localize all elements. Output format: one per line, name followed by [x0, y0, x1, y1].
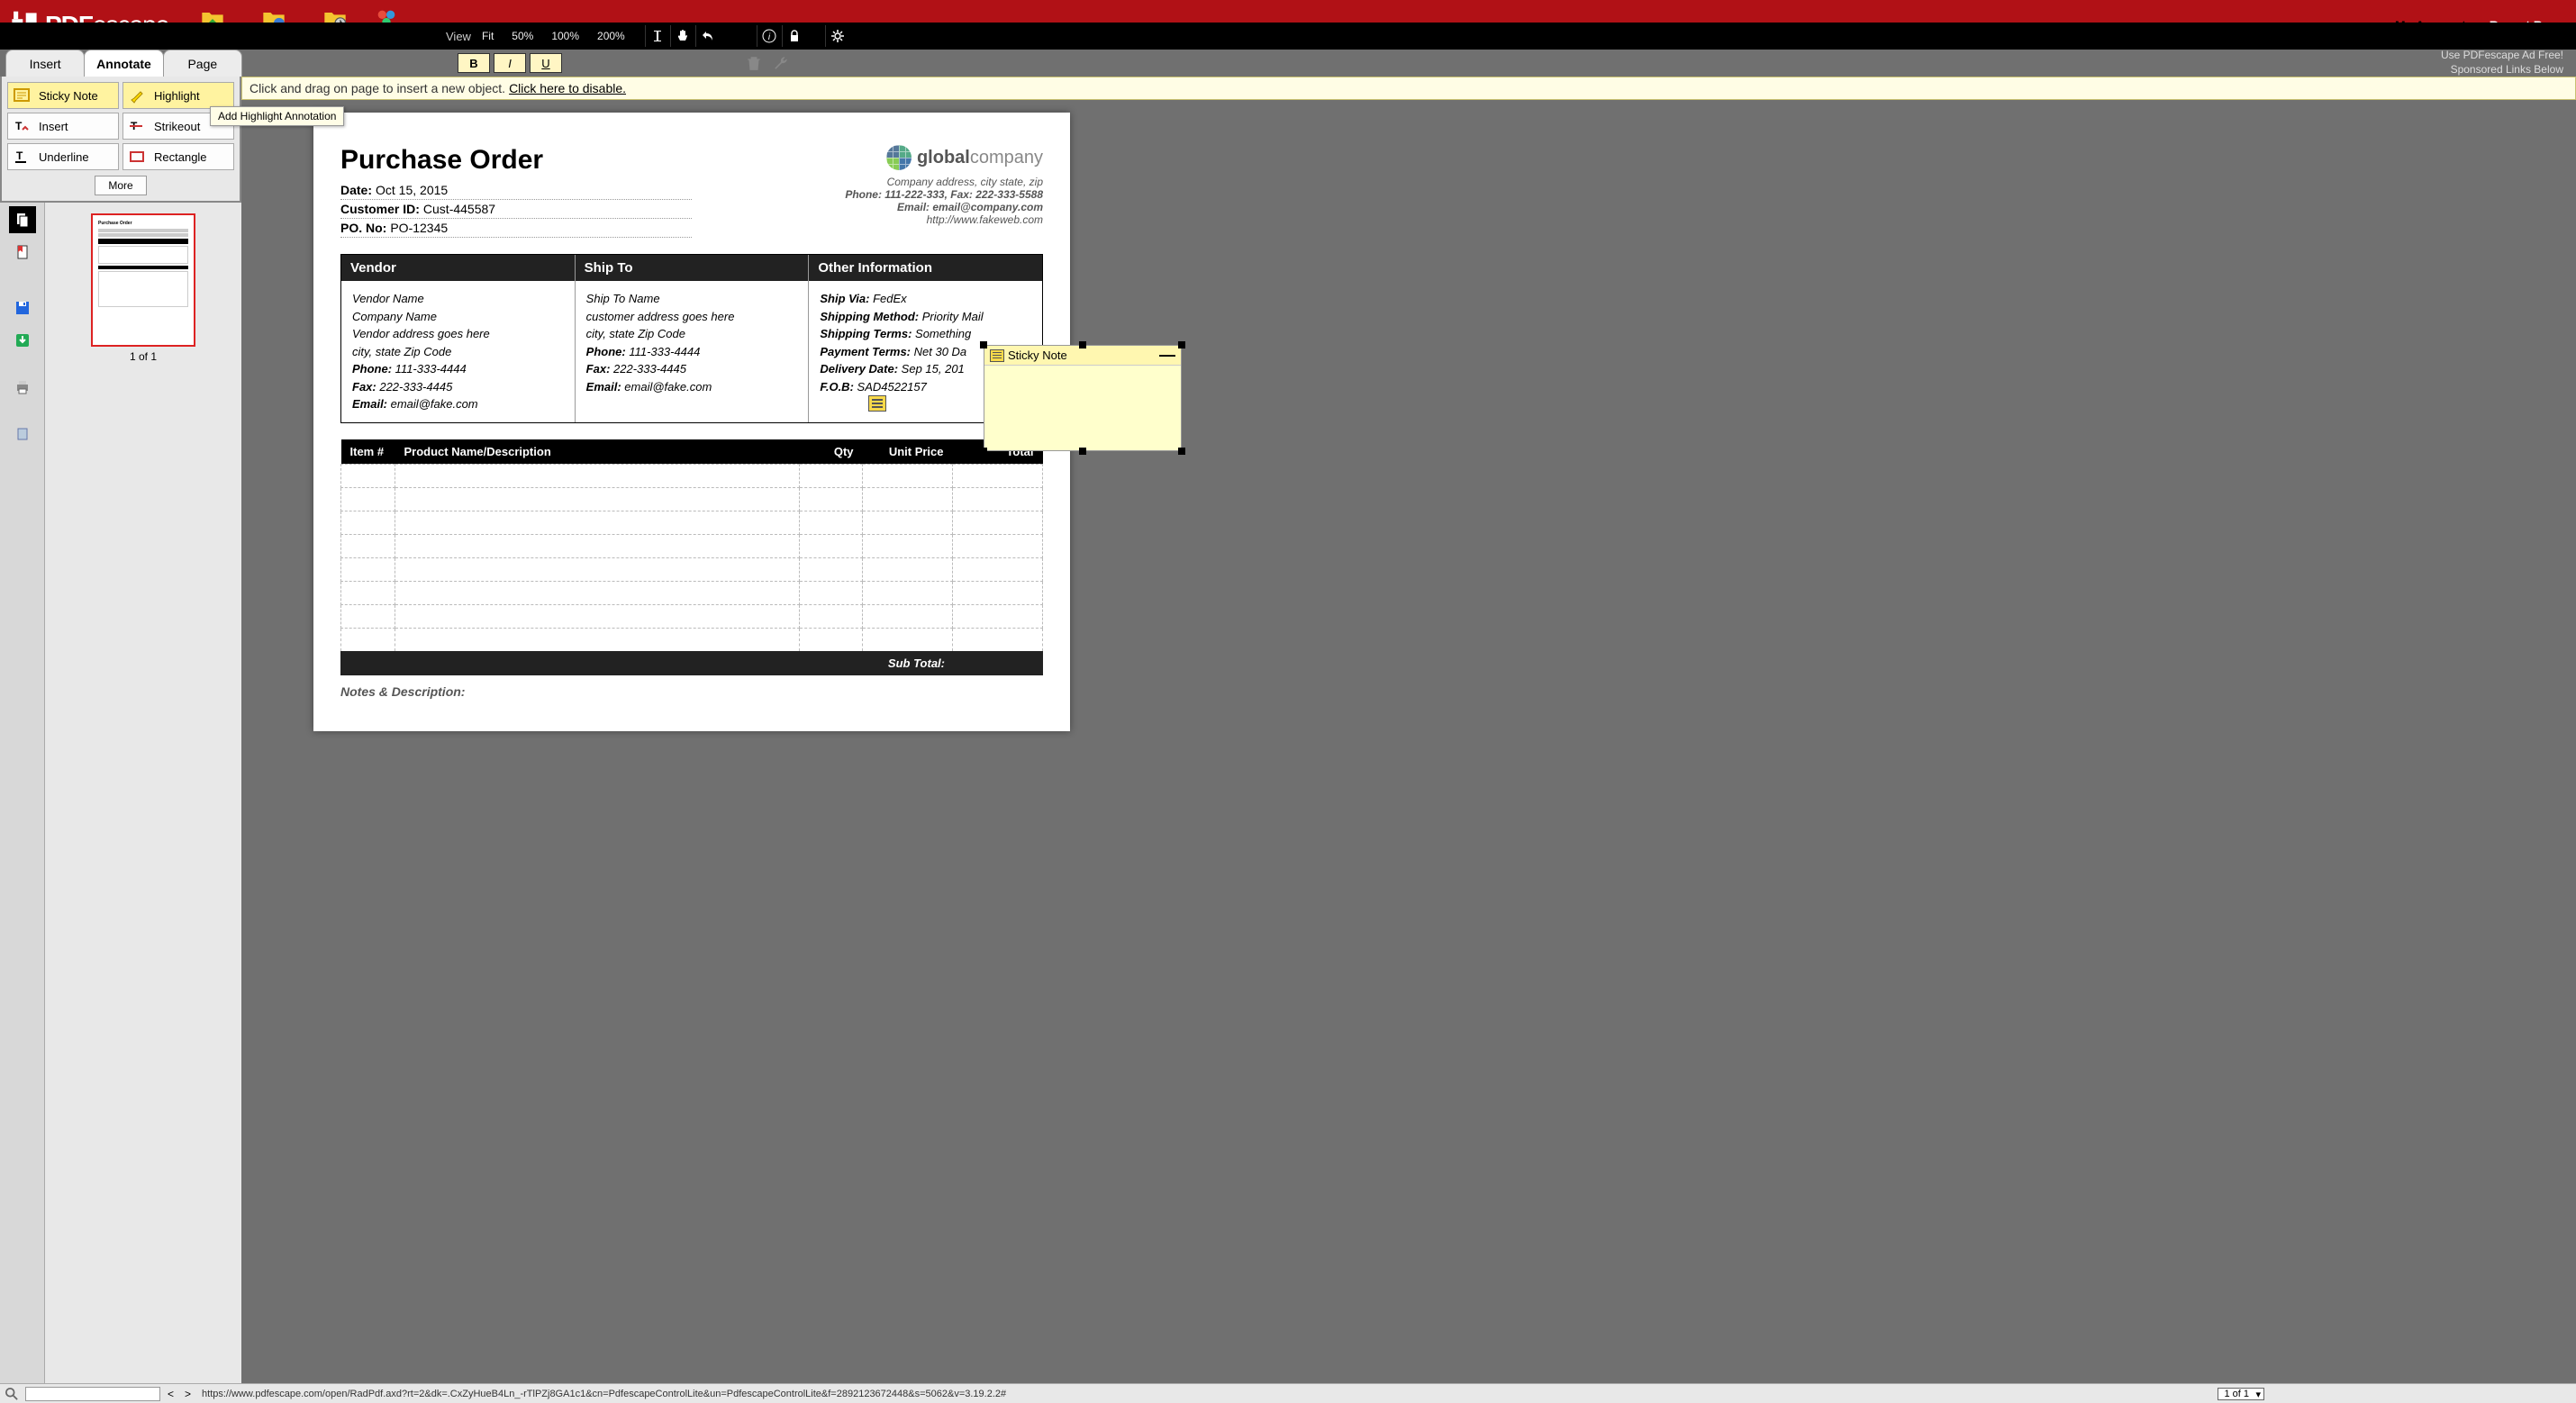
note-header[interactable]: Sticky Note —: [984, 346, 1181, 366]
view-toolbar: View Fit 50% 100% 200% i: [0, 23, 2576, 50]
globe-icon: [886, 145, 912, 170]
hint-bar: Click and drag on page to insert a new o…: [241, 77, 2576, 100]
pages-icon[interactable]: [9, 206, 36, 233]
format-bar: B I U Use PDFescape Ad Free!Sponsored Li…: [241, 50, 2576, 77]
main-area: Sticky Note Highlight Add Highlight Anno…: [0, 77, 2576, 1383]
thumbnail-preview: Purchase Order: [95, 217, 192, 343]
resize-handle[interactable]: [980, 448, 987, 455]
status-url: https://www.pdfescape.com/open/RadPdf.ax…: [202, 1389, 1006, 1399]
zoom-100[interactable]: 100%: [551, 30, 579, 42]
highlight-icon: [129, 87, 145, 104]
disable-hint-link[interactable]: Click here to disable.: [509, 81, 626, 95]
status-bar: < > https://www.pdfescape.com/open/RadPd…: [0, 1383, 2576, 1403]
sticky-note-marker[interactable]: [868, 395, 886, 412]
strikeout-icon: T: [129, 118, 145, 134]
info-icon[interactable]: i: [757, 25, 782, 47]
highlight-tooltip: Add Highlight Annotation: [210, 106, 344, 126]
document-viewport[interactable]: Click and drag on page to insert a new o…: [241, 77, 2576, 1383]
view-label: View: [446, 30, 471, 43]
search-input[interactable]: [25, 1387, 160, 1401]
info-boxes: VendorVendor NameCompany NameVendor addr…: [340, 254, 1043, 423]
wrench-icon[interactable]: [773, 55, 789, 71]
tab-annotate[interactable]: Annotate: [84, 50, 163, 77]
note-icon: [990, 349, 1004, 362]
tab-page[interactable]: Page: [163, 50, 242, 77]
tool-tabs: Insert Annotate Page: [0, 50, 241, 77]
hand-icon[interactable]: [670, 25, 695, 47]
resize-handle[interactable]: [980, 341, 987, 348]
thumbnail-panel: Purchase Order 1 of 1: [45, 203, 241, 1383]
side-nav-strip: [0, 203, 45, 1383]
svg-text:i: i: [768, 32, 771, 42]
lock-icon[interactable]: [782, 25, 807, 47]
gear-icon[interactable]: [825, 25, 850, 47]
page-view-icon[interactable]: [9, 421, 36, 448]
bold-button[interactable]: B: [458, 53, 490, 73]
zoom-200[interactable]: 200%: [597, 30, 625, 42]
page-thumbnail[interactable]: Purchase Order: [91, 213, 195, 347]
insert-text-icon: T: [14, 118, 30, 134]
note-minimize[interactable]: —: [1159, 346, 1175, 365]
tool-rectangle[interactable]: Rectangle: [122, 143, 234, 170]
thumbnail-label: 1 of 1: [130, 350, 157, 363]
underline-button[interactable]: U: [530, 53, 562, 73]
trash-icon[interactable]: [746, 55, 762, 71]
tool-highlight[interactable]: Highlight Add Highlight Annotation: [122, 82, 234, 109]
company-block: globalcompany Company address, city stat…: [845, 145, 1043, 226]
sticky-note-icon: [14, 87, 30, 104]
search-icon[interactable]: [5, 1388, 18, 1400]
tab-insert[interactable]: Insert: [5, 50, 85, 77]
print-icon[interactable]: [9, 374, 36, 401]
resize-handle[interactable]: [1079, 341, 1086, 348]
more-tools-button[interactable]: More: [95, 176, 146, 195]
sticky-note-popup[interactable]: Sticky Note —: [984, 345, 1182, 451]
tool-insert-text[interactable]: T Insert: [7, 113, 119, 140]
resize-handle[interactable]: [1178, 341, 1185, 348]
underline-icon: T: [14, 149, 30, 165]
prev-page[interactable]: <: [168, 1388, 174, 1400]
zoom-fit[interactable]: Fit: [482, 30, 494, 42]
ad-text: Use PDFescape Ad Free!Sponsored Links Be…: [2441, 49, 2576, 77]
top-bar: PDFescape Upload Load URL Recent Share M…: [0, 0, 2576, 50]
secondary-bar: Insert Annotate Page B I U Use PDFescape…: [0, 50, 2576, 77]
next-page[interactable]: >: [185, 1388, 191, 1400]
pdf-page[interactable]: Purchase Order Date:Oct 15, 2015 Custome…: [313, 113, 1070, 731]
notes-heading: Notes & Description:: [340, 684, 1043, 699]
bookmark-icon[interactable]: [9, 239, 36, 266]
rectangle-icon: [129, 149, 145, 165]
resize-handle[interactable]: [1079, 448, 1086, 455]
zoom-options: Fit 50% 100% 200%: [482, 30, 625, 42]
text-cursor-icon[interactable]: [645, 25, 670, 47]
tool-sticky-note[interactable]: Sticky Note: [7, 82, 119, 109]
save-icon[interactable]: [9, 294, 36, 321]
undo-icon[interactable]: [695, 25, 721, 47]
svg-text:T: T: [16, 149, 23, 162]
page-select[interactable]: 1 of 1: [2218, 1388, 2264, 1400]
download-icon[interactable]: [9, 327, 36, 354]
italic-button[interactable]: I: [494, 53, 526, 73]
zoom-50[interactable]: 50%: [512, 30, 533, 42]
resize-handle[interactable]: [1178, 448, 1185, 455]
svg-text:T: T: [15, 120, 23, 132]
annotation-panel: Sticky Note Highlight Add Highlight Anno…: [0, 77, 241, 203]
items-table: Item # Product Name/Description Qty Unit…: [340, 439, 1043, 675]
tool-underline[interactable]: T Underline: [7, 143, 119, 170]
